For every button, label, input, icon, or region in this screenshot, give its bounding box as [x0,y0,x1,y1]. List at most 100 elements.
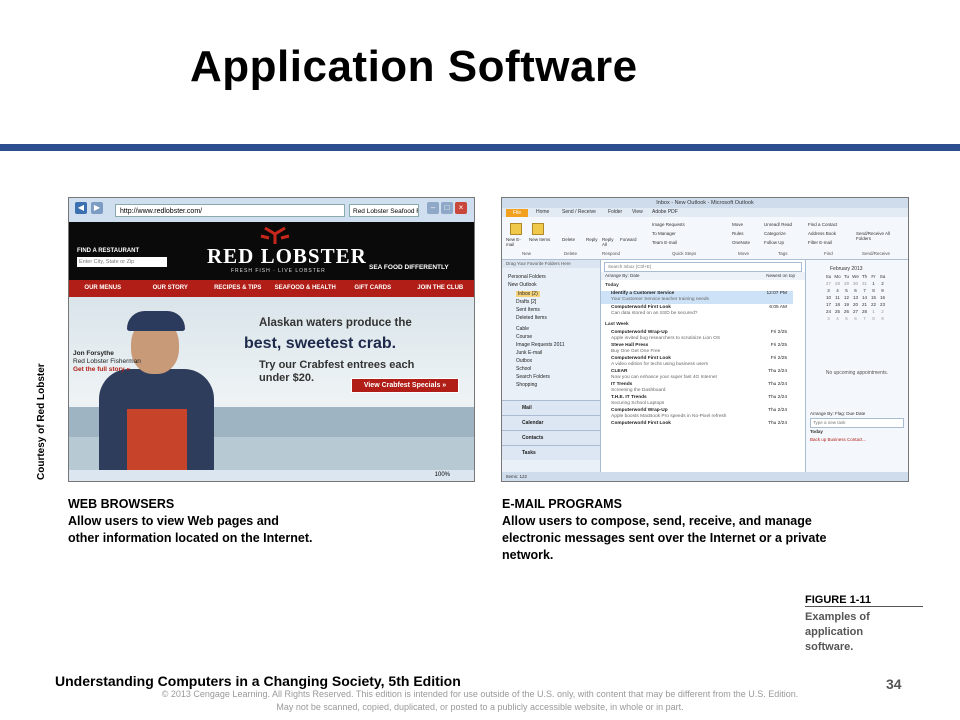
calendar-day[interactable]: 1 [869,281,878,288]
nav-tasks[interactable]: Tasks [502,445,600,460]
message-item[interactable]: Steve Hall Press Fri 2/25 Buy One Get On… [601,343,793,356]
full-story-link[interactable]: Get the full story » [73,366,141,374]
nav-join-club[interactable]: JOIN THE CLUB [407,280,475,297]
calendar-day[interactable]: 4 [833,288,842,295]
tab-file[interactable]: File [506,209,528,217]
favorites-drop-area[interactable]: Drag Your Favorite Folders Here [502,260,600,268]
calendar-day[interactable]: 27 [851,309,860,316]
nav-contacts[interactable]: Contacts [502,430,600,445]
folder-junk[interactable]: Junk E-mail [516,350,542,356]
move-button[interactable]: Move [732,222,743,227]
calendar-day[interactable]: 31 [860,281,869,288]
folder-personal[interactable]: Personal Folders [508,274,546,280]
message-item[interactable]: Computerworld Wrap-Up Thu 2/24 Apple boo… [601,408,793,421]
calendar-day[interactable]: 2 [878,309,887,316]
folder-school[interactable]: School [516,366,531,372]
calendar-day[interactable]: 7 [860,316,869,323]
calendar-day[interactable]: 12 [842,295,851,302]
close-icon[interactable]: × [455,202,467,214]
calendar-day[interactable]: 4 [833,316,842,323]
nav-seafood-health[interactable]: SEAFOOD & HEALTH [272,280,340,297]
calendar-day[interactable]: 14 [860,295,869,302]
forward-icon[interactable]: ▶ [91,202,103,214]
calendar-day[interactable]: 28 [833,281,842,288]
crabfest-specials-button[interactable]: View Crabfest Specials » [351,378,459,393]
calendar-day[interactable]: 26 [842,309,851,316]
folder-search[interactable]: Search Folders [516,374,550,380]
sort-order[interactable]: Newest on top [766,272,795,280]
calendar-day[interactable]: 23 [878,302,887,309]
calendar-day[interactable]: 15 [869,295,878,302]
calendar-day[interactable]: 6 [851,288,860,295]
categorize-button[interactable]: Categorize [764,231,786,236]
follow-up-button[interactable]: Follow Up [764,240,784,245]
calendar-day[interactable]: 25 [833,309,842,316]
address-book-button[interactable]: Address Book [808,231,836,236]
calendar-day[interactable]: 28 [860,309,869,316]
maximize-icon[interactable]: □ [441,202,453,214]
calendar-day[interactable]: 9 [878,316,887,323]
calendar-day[interactable]: 24 [824,309,833,316]
tab-folder[interactable]: Folder [608,209,622,215]
rules-button[interactable]: Rules [732,231,744,236]
unread-read-button[interactable]: Unread/ Read [764,222,792,227]
calendar-day[interactable]: 27 [824,281,833,288]
quickstep-image-requests[interactable]: Image Requests [652,222,685,227]
calendar-day[interactable]: 30 [851,281,860,288]
find-restaurant-input[interactable]: Enter City, State or Zip [77,257,167,267]
nav-gift-cards[interactable]: GIFT CARDS [339,280,407,297]
tab-adobe-pdf[interactable]: Adobe PDF [652,209,678,215]
reply-button[interactable]: Reply [586,237,598,242]
folder-inbox[interactable]: Inbox (2) [516,291,540,297]
minimize-icon[interactable]: – [427,202,439,214]
folder-shopping[interactable]: Shopping [516,382,537,388]
calendar-day[interactable]: 13 [851,295,860,302]
calendar-day[interactable]: 10 [824,295,833,302]
task-arrange[interactable]: Arrange By: Flag: Due Date [810,410,904,418]
address-bar[interactable]: http://www.redlobster.com/ [115,204,345,217]
new-items-button[interactable]: New Items [529,237,551,242]
tab-home[interactable]: Home [536,209,549,215]
calendar-day[interactable]: 3 [824,288,833,295]
nav-recipes-tips[interactable]: RECIPES & TIPS [204,280,272,297]
folder-course[interactable]: Course [516,334,532,340]
message-item[interactable]: Computerworld First Look 6:05 AM Can dat… [601,305,793,318]
new-task-input[interactable]: Type a new task [810,418,904,428]
nav-our-story[interactable]: OUR STORY [137,280,205,297]
site-logo[interactable]: RED LOBSTER [207,244,367,269]
folder-image-requests[interactable]: Image Requests 2011 [516,342,565,348]
calendar-day[interactable]: 7 [860,288,869,295]
folder-deleted[interactable]: Deleted Items [516,315,547,321]
message-item[interactable]: CLEAR Thu 2/24 Now you can enhance your … [601,369,793,382]
calendar-day[interactable]: 18 [833,302,842,309]
calendar-day[interactable]: 3 [824,316,833,323]
nav-mail[interactable]: Mail [502,400,600,415]
arrange-by[interactable]: Arrange By: Date [605,272,640,280]
calendar-day[interactable]: 5 [842,288,851,295]
new-email-button[interactable]: New E-mail [506,237,528,247]
quickstep-team-email[interactable]: Team E-mail [652,240,677,245]
message-item[interactable]: Computerworld First Look Fri 2/25 A vide… [601,356,793,369]
nav-calendar[interactable]: Calendar [502,415,600,430]
calendar-day[interactable]: 22 [869,302,878,309]
calendar-day[interactable]: 8 [869,288,878,295]
calendar-day[interactable]: 19 [842,302,851,309]
calendar-day[interactable]: 8 [869,316,878,323]
message-item[interactable]: IT Trends Thu 2/24 Screening the Dashboa… [601,382,793,395]
tab-view[interactable]: View [632,209,643,215]
back-icon[interactable]: ◀ [75,202,87,214]
message-item[interactable]: Identify a Customer Service 12:07 PM You… [601,291,793,304]
browser-tab[interactable]: Red Lobster Seafood R... [349,204,419,217]
forward-button[interactable]: Forward [620,237,637,242]
message-item[interactable]: T.H.E. IT Trends Thu 2/24 Securing Schoo… [601,395,793,408]
calendar-day[interactable]: 21 [860,302,869,309]
find-contact-button[interactable]: Find a Contact [808,222,837,227]
quickstep-to-manager[interactable]: To Manager [652,231,676,236]
folder-new-outlook[interactable]: New Outlook [508,282,537,288]
folder-outbox[interactable]: Outbox [516,358,532,364]
calendar-day[interactable]: 29 [842,281,851,288]
calendar-day[interactable]: 2 [878,281,887,288]
folder-sent[interactable]: Sent Items [516,307,540,313]
folder-cable[interactable]: Cable [516,326,529,332]
nav-our-menus[interactable]: OUR MENUS [69,280,137,297]
